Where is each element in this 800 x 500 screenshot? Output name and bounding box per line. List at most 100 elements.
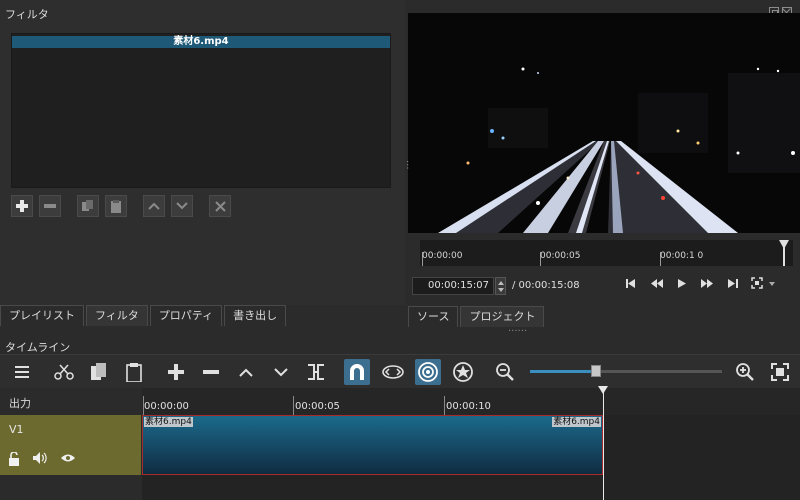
skip-start-icon (626, 279, 635, 288)
copy-icon (91, 363, 106, 380)
timeline-ruler-label: 00:00:00 (144, 401, 189, 412)
skip-end-icon (728, 279, 738, 288)
remove-filter-button[interactable] (39, 195, 61, 217)
lift-button[interactable] (233, 359, 259, 385)
overwrite-icon (274, 367, 288, 376)
rewind-button[interactable] (651, 279, 663, 291)
menu-icon (15, 366, 29, 378)
append-icon (168, 364, 184, 380)
track-controls (8, 451, 76, 469)
copy-filter-button[interactable] (77, 195, 99, 217)
zoom-icon (751, 277, 775, 289)
ruler-label: 00:00:00 (422, 251, 463, 261)
filter-list[interactable]: 素材6.mp4 (11, 33, 391, 188)
filter-toolbar (11, 195, 231, 217)
paste-filter-button[interactable] (105, 195, 127, 217)
timeline-playhead-marker[interactable] (598, 386, 608, 394)
timeline-ruler-label: 00:00:05 (295, 401, 340, 412)
clip-name-end: 素材6.mp4 (552, 417, 601, 427)
track-name: V1 (9, 423, 24, 436)
snap-icon (350, 364, 364, 380)
play-button[interactable] (678, 279, 686, 291)
ripple-icon (418, 362, 438, 382)
ruler-label: 00:00:1 0 (660, 251, 704, 261)
minus-icon (44, 204, 56, 208)
snap-toggle[interactable] (344, 359, 370, 385)
split-button[interactable] (303, 359, 329, 385)
splitter-handle-icon[interactable]: ······ (508, 326, 527, 337)
ripple-all-icon (453, 362, 473, 382)
clip-name-start: 素材6.mp4 (144, 417, 193, 427)
video-frame-image (408, 13, 800, 233)
cut-icon (54, 364, 74, 380)
cut-button[interactable] (51, 359, 77, 385)
lift-icon (239, 368, 253, 377)
vertical-splitter-icon[interactable]: ··· (401, 160, 412, 170)
remove-button[interactable] (198, 359, 224, 385)
deselect-filter-button[interactable] (209, 195, 231, 217)
zoom-fit-icon (771, 363, 789, 381)
tab-filters[interactable]: フィルタ (86, 305, 148, 326)
ruler-label: 00:00:05 (540, 251, 581, 261)
zoom-out-icon (496, 363, 514, 381)
current-time-field[interactable]: 00:00:15:07 (412, 277, 494, 295)
move-filter-up-button[interactable] (143, 195, 165, 217)
right-dock-tabs: ソース プロジェクト (408, 306, 546, 327)
down-icon (176, 202, 188, 210)
tab-playlist[interactable]: プレイリスト (0, 305, 84, 326)
lock-icon[interactable] (8, 451, 20, 469)
deselect-icon (214, 200, 226, 212)
copy-button[interactable] (86, 359, 112, 385)
zoom-view-button[interactable] (751, 277, 779, 294)
tab-export[interactable]: 書き出し (224, 305, 287, 326)
skip-end-button[interactable] (728, 279, 738, 291)
filter-panel-title: フィルタ (5, 8, 49, 21)
zoom-slider-handle[interactable] (591, 365, 601, 377)
overwrite-button[interactable] (268, 359, 294, 385)
split-icon (308, 364, 324, 380)
visibility-icon[interactable] (60, 452, 76, 469)
skip-start-button[interactable] (626, 279, 636, 291)
total-duration: / 00:00:15:08 (512, 280, 580, 291)
timeline-playhead[interactable] (603, 388, 604, 500)
timeline-menu-button[interactable] (9, 359, 35, 385)
play-icon (678, 279, 686, 288)
copy-icon (82, 200, 93, 211)
tab-source[interactable]: ソース (408, 306, 459, 327)
timeline-ruler[interactable]: 00:00:00 00:00:05 00:00:10 (142, 388, 800, 415)
plus-icon (16, 200, 28, 212)
zoom-in-button[interactable] (732, 359, 758, 385)
tab-project[interactable]: プロジェクト (460, 306, 545, 327)
fast-forward-button[interactable] (701, 279, 713, 291)
timeline-title: タイムライン (5, 341, 71, 354)
zoom-fit-button[interactable] (767, 359, 793, 385)
move-filter-down-button[interactable] (171, 195, 193, 217)
fast-forward-icon (701, 279, 713, 288)
ripple-toggle[interactable] (415, 359, 441, 385)
player-playhead-line (783, 246, 785, 266)
timeline-ruler-label: 00:00:10 (446, 401, 491, 412)
ripple-all-toggle[interactable] (450, 359, 476, 385)
paste-icon (111, 199, 121, 213)
scrub-icon (382, 365, 404, 379)
player-scrub-ruler[interactable]: 00:00:00 00:00:05 00:00:1 0 (420, 240, 793, 266)
zoom-out-button[interactable] (492, 359, 518, 385)
up-icon (148, 202, 160, 210)
time-spinner[interactable] (495, 277, 506, 295)
append-button[interactable] (163, 359, 189, 385)
zoom-in-icon (736, 363, 754, 381)
paste-button[interactable] (121, 359, 147, 385)
paste-icon (126, 362, 142, 382)
video-preview[interactable] (408, 13, 800, 233)
tab-properties[interactable]: プロパティ (149, 305, 223, 326)
remove-icon (203, 370, 219, 374)
output-track-label: 出力 (9, 397, 31, 410)
scrub-toggle[interactable] (380, 359, 406, 385)
add-filter-button[interactable] (11, 195, 33, 217)
audio-icon[interactable] (33, 452, 47, 469)
left-dock-tabs: プレイリスト フィルタ プロパティ 書き出し (0, 305, 288, 326)
zoom-slider-fill (530, 370, 594, 373)
rewind-icon (651, 279, 663, 288)
filter-list-item[interactable]: 素材6.mp4 (12, 36, 390, 48)
timeline-clip[interactable]: 素材6.mp4 素材6.mp4 (142, 415, 603, 475)
